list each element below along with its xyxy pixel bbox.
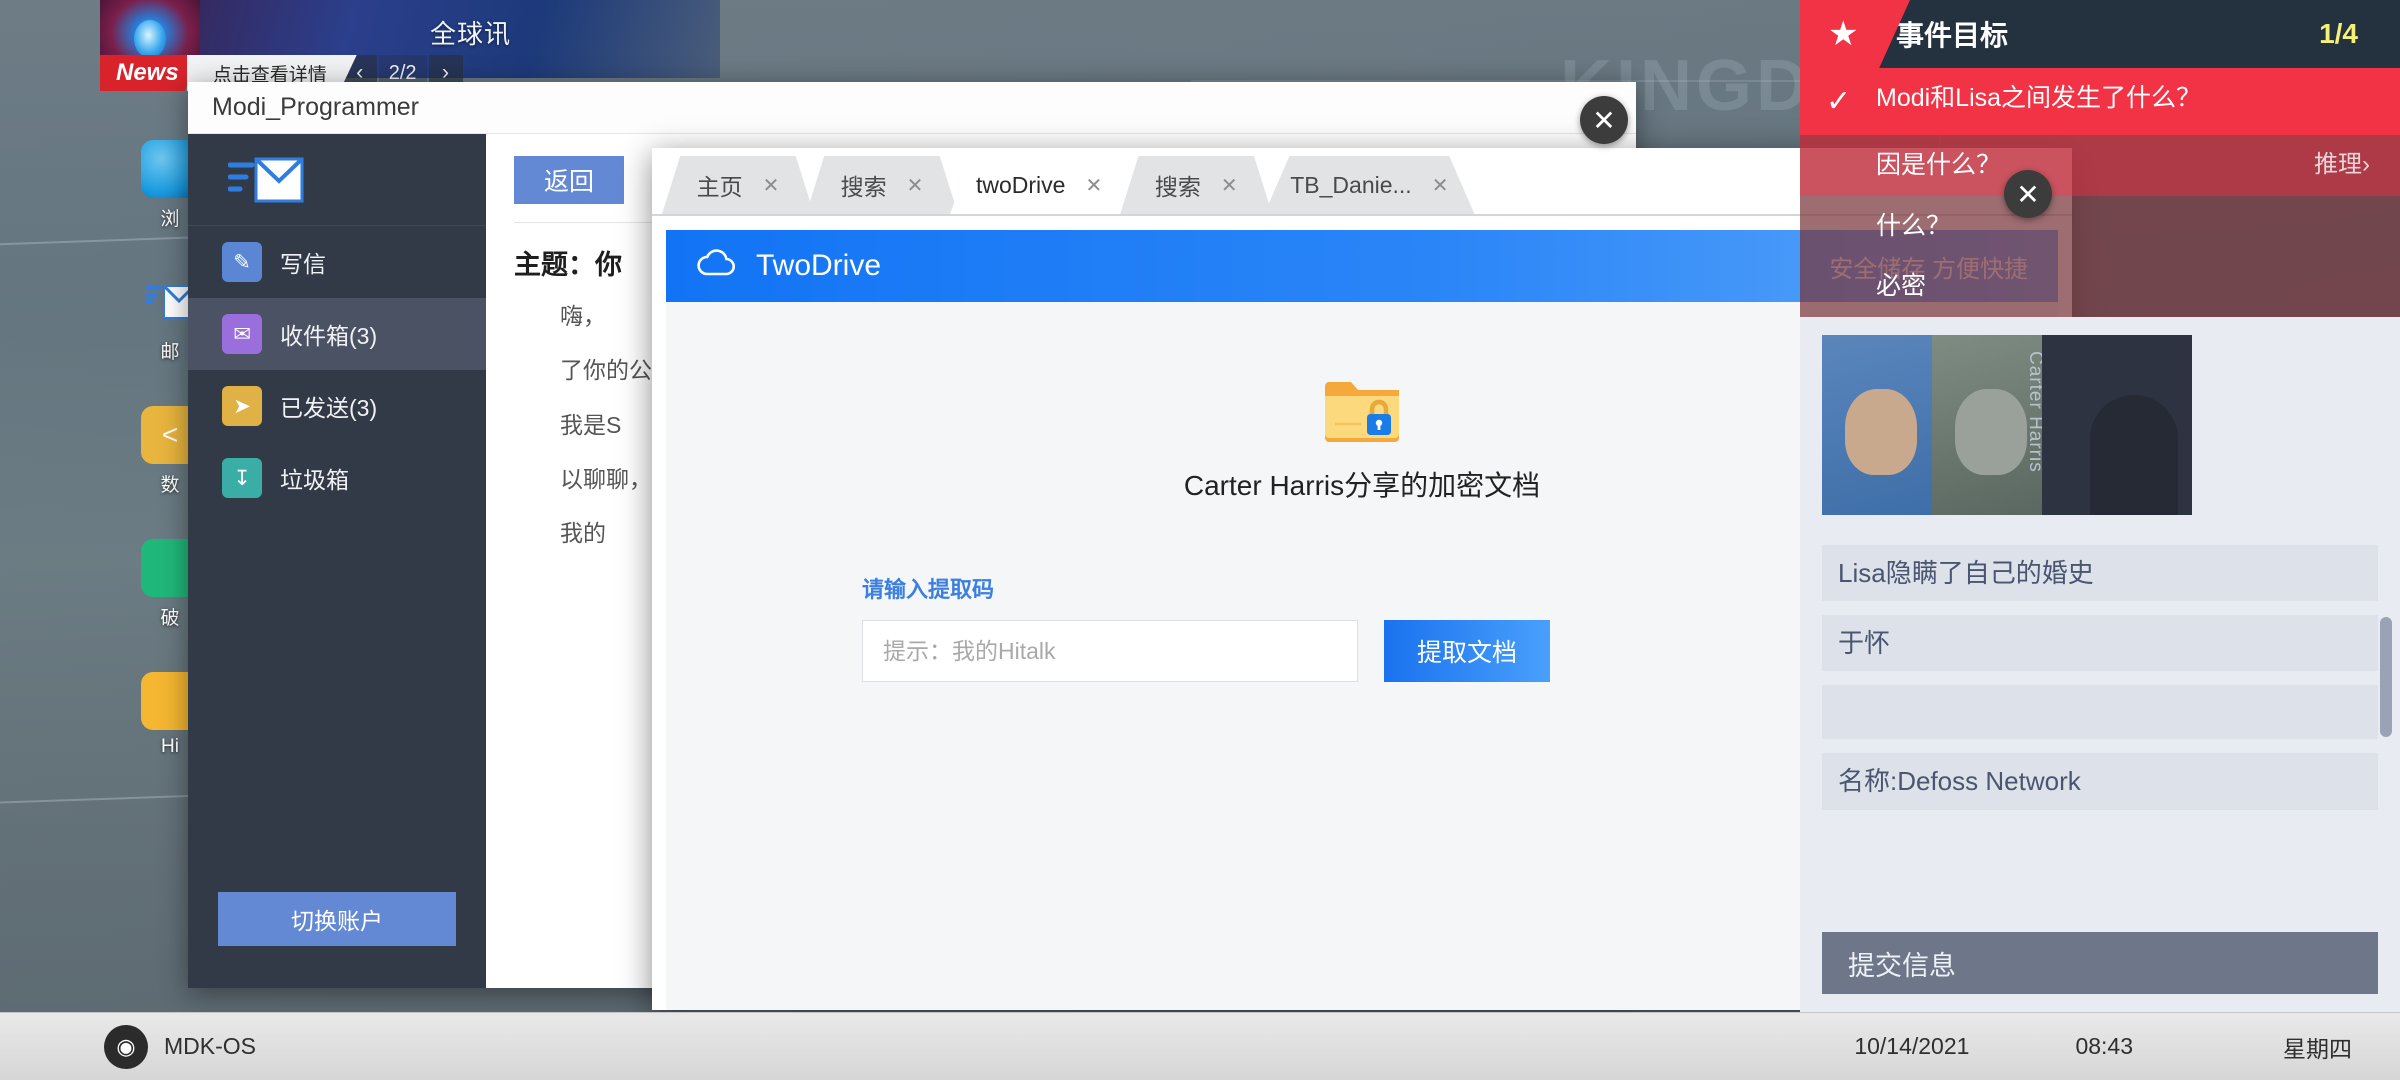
close-icon[interactable]: ✕ (763, 173, 780, 198)
tab-label: TB_Danie... (1290, 171, 1412, 198)
desktop-icon-label: Hi (161, 736, 179, 757)
sidebar-item-compose[interactable]: ✎ 写信 (188, 226, 486, 298)
clue-empty-slot[interactable] (1822, 685, 2378, 740)
sidebar-item-label: 已发送(3) (280, 395, 378, 421)
mission-panel: ★ 事件目标 1/4 ✓ Modi和Lisa之间发生了什么？ 因是什么？ 推理›… (1800, 0, 2400, 1012)
avatar (1955, 388, 2027, 475)
objective-reason-link[interactable]: 推理› (2314, 149, 2370, 180)
portrait-row: Carter Harris (1822, 334, 2378, 531)
check-icon: ✓ (1826, 85, 1852, 118)
portrait-modi[interactable] (1822, 334, 1940, 515)
portrait-unknown[interactable] (2042, 334, 2192, 515)
sidebar-item-sent[interactable]: ➤ 已发送(3) (188, 370, 486, 442)
inbox-icon: ✉ (222, 314, 262, 354)
taskbar-time: 08:43 (2075, 1033, 2133, 1059)
tab-label: 主页 (696, 174, 743, 200)
browser-tab-search-2[interactable]: 搜索 ✕ (1120, 156, 1273, 214)
clue-scrollbar[interactable] (2380, 616, 2392, 737)
switch-account-wrap: 切换账户 (188, 892, 486, 988)
close-icon[interactable]: ✕ (907, 173, 924, 198)
browser-tab-search-1[interactable]: 搜索 ✕ (806, 156, 958, 214)
mission-progress: 1/4 (2319, 18, 2358, 49)
sidebar-item-trash[interactable]: ↧ 垃圾箱 (188, 442, 486, 514)
extraction-code-input[interactable] (862, 620, 1358, 682)
mail-window-close-button[interactable]: ✕ (1580, 96, 1628, 144)
browser-tab-home[interactable]: 主页 ✕ (662, 156, 814, 214)
objective-item[interactable]: 什么？ (1800, 195, 2400, 256)
mail-titlebar: Modi_Programmer (188, 82, 1636, 134)
clue-item[interactable]: Lisa隐瞒了自己的婚史 (1822, 544, 2378, 601)
sidebar-item-label: 写信 (280, 251, 326, 277)
mail-back-button[interactable]: 返回 (514, 156, 625, 204)
desktop-icon-label: 数 (160, 475, 180, 496)
close-icon[interactable]: ✕ (1221, 173, 1238, 198)
taskbar: ◉ MDK-OS 10/14/2021 08:43 星期四 (0, 1012, 2400, 1080)
switch-account-button[interactable]: 切换账户 (218, 892, 456, 946)
clue-item[interactable]: 于怀 (1822, 614, 2378, 672)
mail-sidebar: ✎ 写信 ✉ 收件箱(3) ➤ 已发送(3) ↧ 垃圾箱 切换账户 (188, 134, 486, 988)
os-name-label: MDK-OS (164, 1033, 256, 1059)
trash-icon: ↧ (222, 458, 262, 498)
taskbar-date: 10/14/2021 (1854, 1033, 1970, 1059)
extract-document-button[interactable]: 提取文档 (1384, 620, 1550, 682)
objective-text: 必密 (1876, 272, 1927, 300)
portrait-carter[interactable]: Carter Harris (1932, 334, 2050, 515)
news-tag: News (100, 55, 197, 91)
close-icon[interactable]: ✕ (1085, 173, 1102, 198)
clue-board: Carter Harris Lisa隐瞒了自己的婚史 于怀 名称:Defoss … (1800, 316, 2400, 1012)
sidebar-item-label: 收件箱(3) (280, 323, 378, 349)
mail-window-title: Modi_Programmer (212, 93, 420, 121)
tab-label: twoDrive (976, 171, 1066, 198)
objective-item[interactable]: ✓ Modi和Lisa之间发生了什么？ (1800, 68, 2400, 135)
twodrive-brand: TwoDrive (756, 249, 882, 282)
tab-label: 搜索 (1154, 174, 1201, 200)
sidebar-item-label: 垃圾箱 (280, 467, 349, 493)
news-banner: 全球讯 News 点击查看详情 ‹ 2/2 › (100, 0, 720, 91)
news-headline: 全球讯 (430, 19, 512, 49)
mission-title: 事件目标 (1896, 20, 2009, 51)
avatar (2090, 394, 2178, 515)
objective-text: 什么？ (1876, 211, 1952, 240)
cloud-icon (696, 248, 738, 284)
close-icon[interactable]: ✕ (1432, 173, 1449, 198)
mission-header: ★ 事件目标 1/4 (1800, 0, 2400, 68)
objective-text: Modi和Lisa之间发生了什么？ (1876, 84, 2202, 112)
objective-item[interactable]: 因是什么？ 推理› (1800, 135, 2400, 196)
sent-icon: ➤ (222, 386, 262, 426)
desktop-icon-label: 浏 (160, 209, 180, 230)
sidebar-item-inbox[interactable]: ✉ 收件箱(3) (188, 298, 486, 370)
browser-tab-tb-daniel[interactable]: TB_Danie... ✕ (1264, 156, 1475, 214)
avatar (1845, 388, 1917, 475)
compose-icon: ✎ (222, 242, 262, 282)
objective-text: 因是什么？ (1876, 151, 2002, 179)
mdk-os-icon[interactable]: ◉ (104, 1024, 148, 1069)
mail-logo-icon (188, 134, 486, 226)
browser-window-close-button[interactable]: ✕ (2004, 170, 2052, 218)
objective-item[interactable]: 必密 (1800, 256, 2400, 317)
taskbar-weekday: 星期四 (2283, 1035, 2352, 1062)
desktop-icon-label: 破 (160, 608, 180, 629)
submit-info-button[interactable]: 提交信息 (1822, 932, 2378, 994)
browser-tab-twodrive[interactable]: twoDrive ✕ (950, 156, 1129, 214)
clue-item[interactable]: 名称:Defoss Network (1822, 753, 2378, 810)
desktop-icon-label: 邮 (160, 342, 180, 363)
star-icon: ★ (1828, 15, 1859, 53)
tab-label: 搜索 (840, 174, 887, 200)
